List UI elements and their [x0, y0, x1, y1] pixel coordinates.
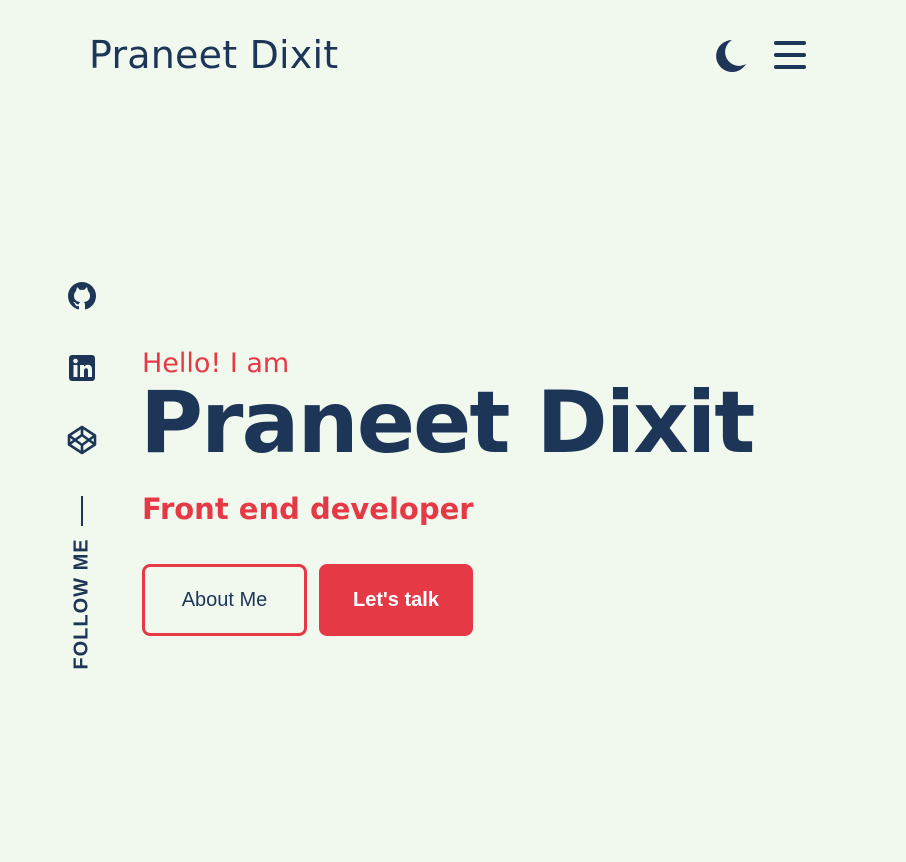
github-link[interactable]: [66, 280, 98, 312]
moon-icon: [716, 40, 746, 72]
site-header: Praneet Dixit: [0, 0, 906, 112]
hero-role: Front end developer: [142, 492, 474, 526]
site-logo[interactable]: Praneet Dixit: [89, 33, 338, 77]
hero-name: Praneet Dixit: [140, 373, 755, 473]
menu-toggle-button[interactable]: [773, 39, 807, 71]
social-links: FOLLOW ME: [60, 278, 104, 678]
theme-toggle-button[interactable]: [714, 38, 748, 74]
follow-divider: [81, 496, 83, 526]
follow-me-label: FOLLOW ME: [70, 538, 93, 670]
about-me-button[interactable]: About Me: [142, 564, 307, 636]
lets-talk-button[interactable]: Let's talk: [319, 564, 473, 636]
hamburger-menu-icon: [774, 41, 806, 69]
codepen-icon: [67, 425, 97, 455]
linkedin-link[interactable]: [66, 352, 98, 384]
github-icon: [68, 282, 96, 310]
linkedin-icon: [69, 355, 95, 381]
codepen-link[interactable]: [66, 424, 98, 456]
